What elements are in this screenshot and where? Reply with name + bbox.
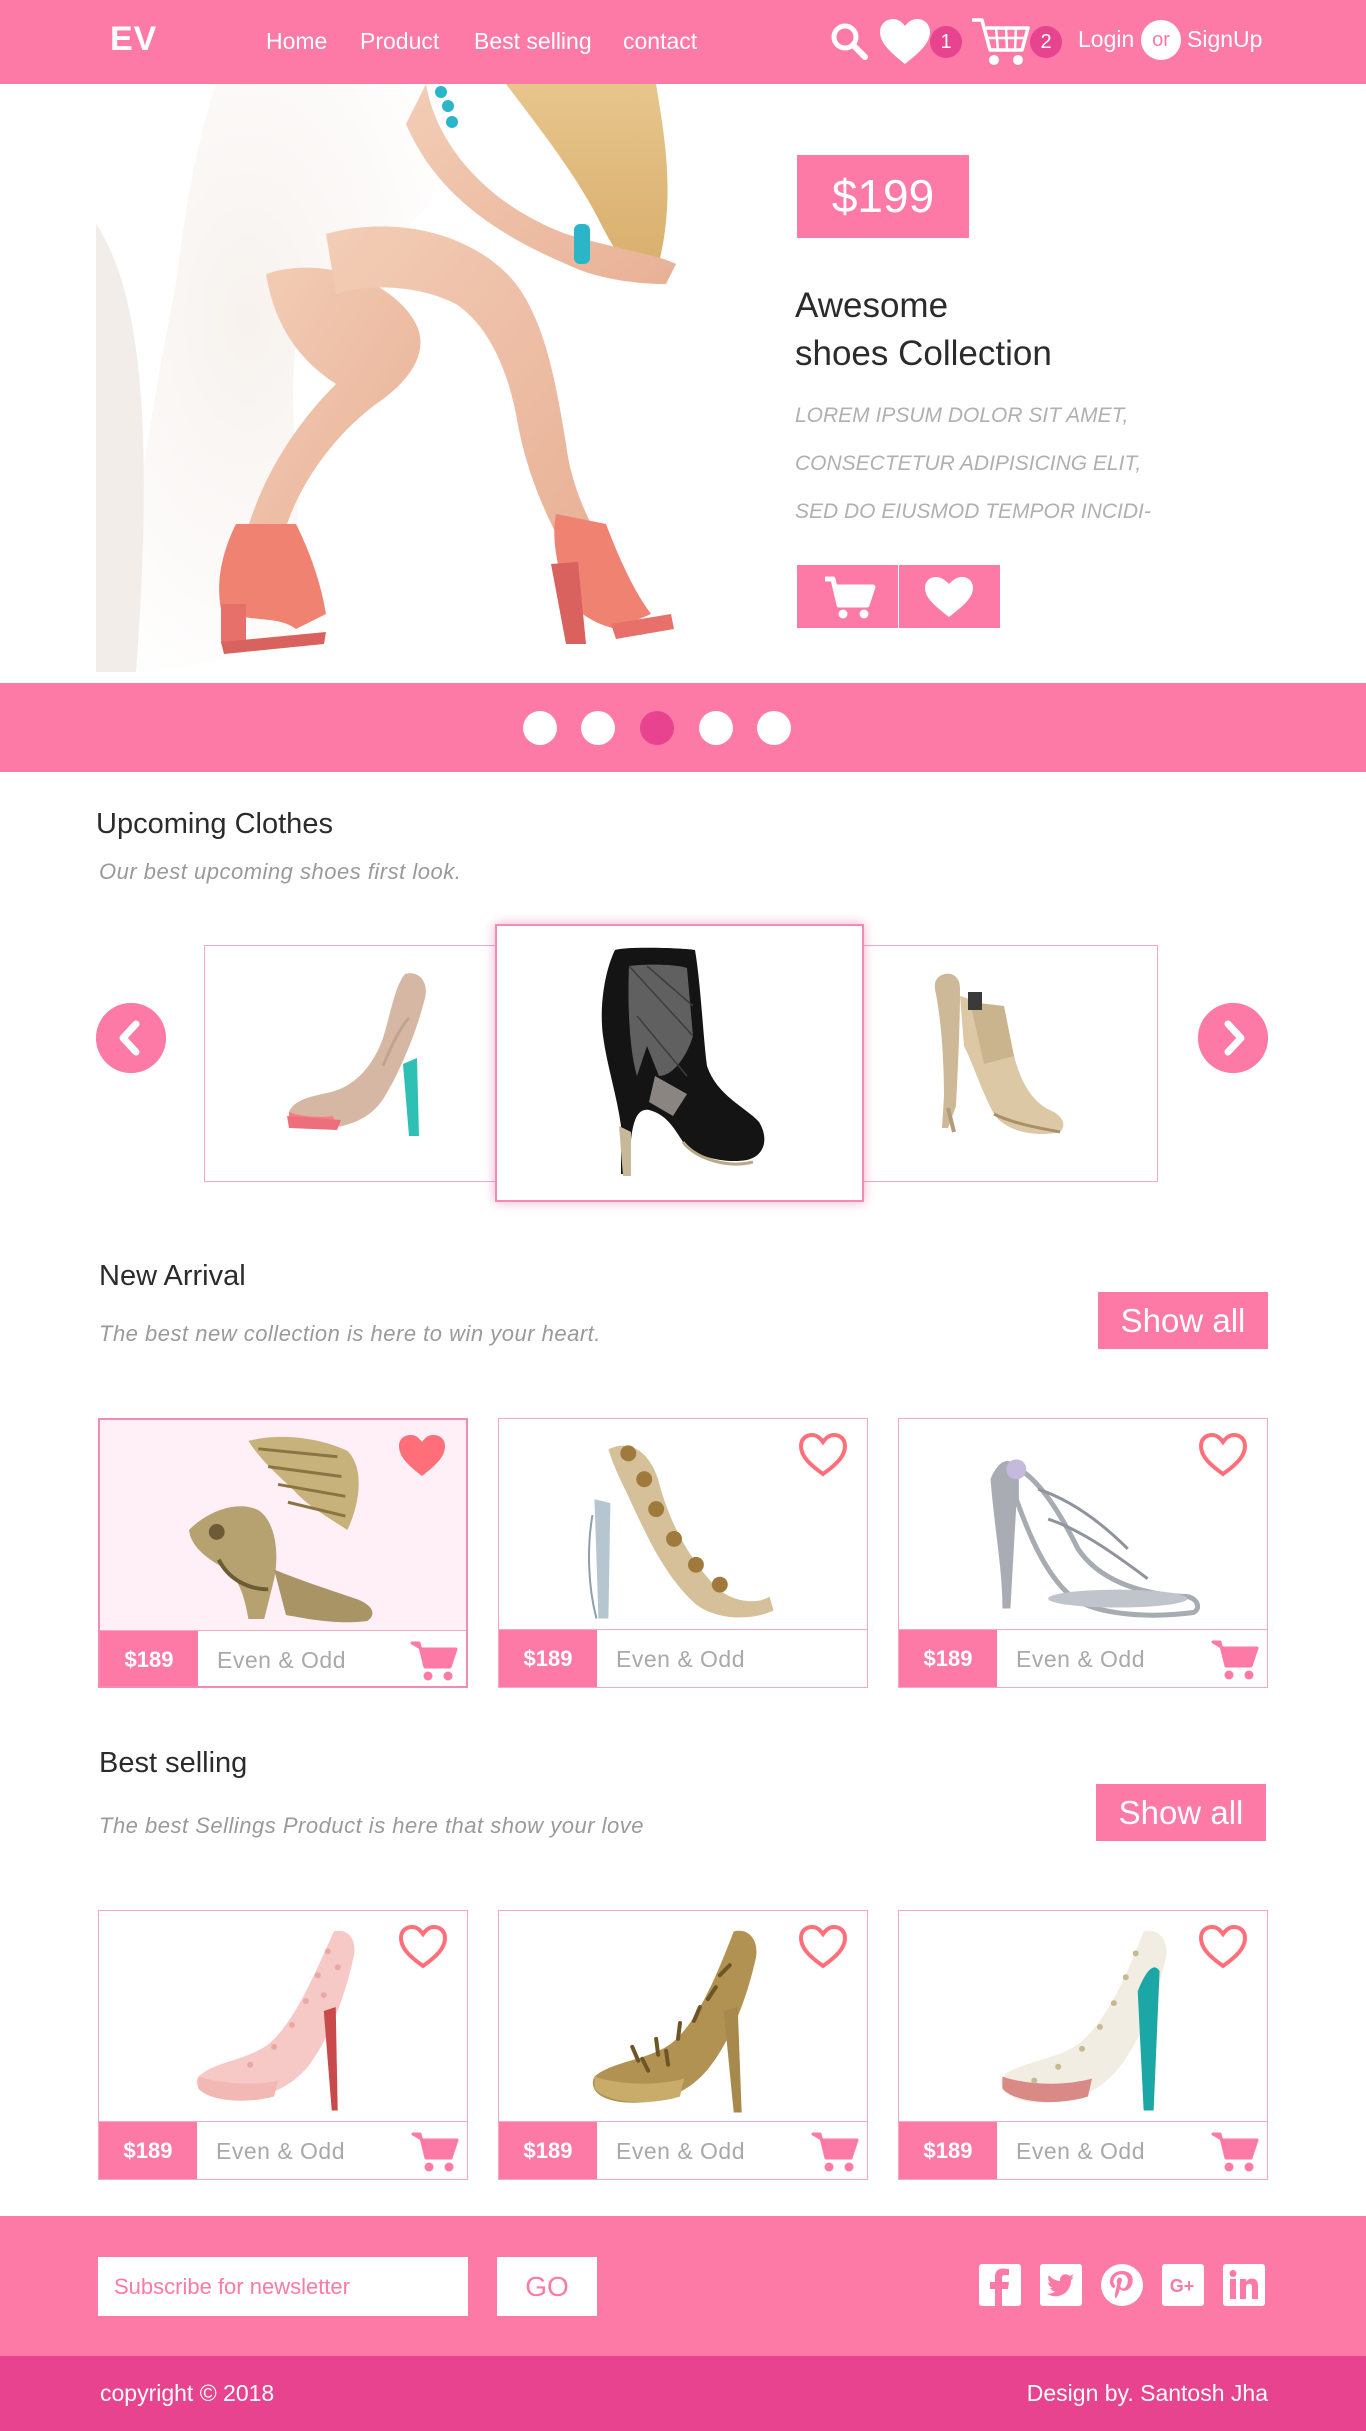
heart-filled-icon[interactable] [396, 1432, 448, 1480]
slider-dot-1[interactable] [523, 711, 557, 745]
best-selling-title: Best selling [99, 1747, 248, 1779]
upcoming-subtitle: Our best upcoming shoes first look. [99, 859, 462, 884]
wishlist-count-badge: 1 [930, 26, 962, 58]
slider-dot-5[interactable] [757, 711, 791, 745]
product-brand: Even & Odd [616, 2138, 746, 2164]
product-brand: Even & Odd [216, 2138, 346, 2164]
hero-title-line-1: Awesome [795, 286, 949, 325]
new-arrival-show-all-button[interactable]: Show all [1098, 1292, 1268, 1349]
newsletter-email-input[interactable] [98, 2257, 468, 2316]
pinterest-icon[interactable] [1100, 2263, 1144, 2307]
hero-desc-line-2: CONSECTETUR ADIPISICING ELIT, [795, 452, 1142, 475]
copyright-text: copyright © 2018 [100, 2380, 275, 2406]
hero-title-line-2: shoes Collection [795, 334, 1052, 373]
carousel-card-right[interactable] [863, 945, 1158, 1182]
hero-add-to-cart-button[interactable] [797, 565, 898, 628]
product-info-bar: $189 Even & Odd [499, 1629, 867, 1687]
product-price: $189 [499, 2122, 597, 2179]
heart-outline-icon[interactable] [797, 1431, 849, 1479]
nav-link-contact[interactable]: contact [623, 28, 697, 55]
black-ankle-boot-image [601, 947, 765, 1176]
product-info-bar: $189 Even & Odd [899, 2121, 1267, 2179]
peep-toe-pump-image [287, 973, 426, 1136]
product-info-bar: $189 Even & Odd [899, 1629, 1267, 1687]
new-arrival-subtitle: The best new collection is here to win y… [99, 1321, 601, 1346]
add-to-cart-icon[interactable] [1211, 1638, 1259, 1682]
nav-link-home[interactable]: Home [266, 28, 327, 55]
slider-pagination-bar [0, 683, 1366, 772]
cart-count-badge: 2 [1030, 26, 1062, 58]
twitter-icon[interactable] [1039, 2263, 1083, 2307]
login-link[interactable]: Login [1078, 26, 1134, 53]
product-card-new-3[interactable]: $189 Even & Odd [898, 1418, 1268, 1688]
hero-model-image [96, 84, 766, 672]
best-selling-show-all-button[interactable]: Show all [1096, 1784, 1266, 1841]
product-card-best-2[interactable]: $189 Even & Odd [498, 1910, 868, 2180]
hero-desc-line-3: SED DO EIUSMOD TEMPOR INCIDI- [795, 500, 1151, 523]
carousel-prev-arrow-icon[interactable] [96, 1003, 166, 1073]
product-info-bar: $189 Even & Odd [499, 2121, 867, 2179]
heart-icon [925, 577, 973, 617]
product-card-best-1[interactable]: $189 Even & Odd [98, 1910, 468, 2180]
product-price: $189 [100, 1631, 198, 1686]
slider-dot-4[interactable] [699, 711, 733, 745]
heart-outline-icon[interactable] [797, 1923, 849, 1971]
search-icon[interactable] [828, 20, 870, 62]
add-to-cart-icon[interactable] [410, 1639, 458, 1683]
hero-title: Awesome shoes Collection [795, 282, 1215, 378]
product-card-new-2[interactable]: $189 Even & Odd [498, 1418, 868, 1688]
add-to-cart-icon[interactable] [411, 2130, 459, 2174]
carousel-card-center[interactable] [495, 924, 864, 1202]
hero-desc-line-1: LOREM IPSUM DOLOR SIT AMET, [795, 404, 1129, 427]
signup-link[interactable]: SignUp [1187, 26, 1262, 53]
nav-link-best-selling[interactable]: Best selling [474, 28, 592, 55]
heart-outline-icon[interactable] [1197, 1431, 1249, 1479]
product-price: $189 [899, 1630, 997, 1687]
carousel-next-arrow-icon[interactable] [1198, 1003, 1268, 1073]
product-brand: Even & Odd [1016, 1646, 1146, 1672]
carousel-card-left[interactable] [204, 945, 499, 1182]
slider-dot-3-active[interactable] [640, 711, 674, 745]
svg-text:G+: G+ [1170, 2276, 1195, 2296]
product-info-bar: $189 Even & Odd [99, 2121, 467, 2179]
heart-outline-icon[interactable] [397, 1923, 449, 1971]
product-price: $189 [499, 1630, 597, 1687]
google-plus-icon[interactable]: G+ [1161, 2263, 1205, 2307]
newsletter-go-button[interactable]: GO [497, 2257, 597, 2316]
product-card-new-1[interactable]: $189 Even & Odd [98, 1418, 468, 1688]
product-brand: Even & Odd [1016, 2138, 1146, 2164]
cart-icon[interactable] [970, 16, 1032, 68]
new-arrival-title: New Arrival [99, 1260, 246, 1292]
hero-description: LOREM IPSUM DOLOR SIT AMET, CONSECTETUR … [795, 392, 1215, 536]
product-price: $189 [899, 2122, 997, 2179]
add-to-cart-icon[interactable] [811, 2130, 859, 2174]
product-price: $189 [99, 2122, 197, 2179]
add-to-cart-icon[interactable] [1211, 2130, 1259, 2174]
cart-icon [825, 576, 876, 619]
wishlist-heart-icon[interactable] [878, 18, 932, 66]
designer-credit: Design by. Santosh Jha [1026, 2380, 1268, 2406]
heart-outline-icon[interactable] [1197, 1923, 1249, 1971]
hero-wishlist-button[interactable] [899, 565, 1000, 628]
hero-price-tag: $199 [797, 155, 969, 238]
upcoming-title: Upcoming Clothes [96, 808, 333, 840]
product-card-best-3[interactable]: $189 Even & Odd [898, 1910, 1268, 2180]
logo[interactable]: EV [110, 20, 157, 59]
or-badge: or [1141, 20, 1181, 60]
linkedin-icon[interactable] [1222, 2263, 1266, 2307]
gold-strappy-sandal-image [934, 973, 1064, 1134]
nav-link-product[interactable]: Product [360, 28, 439, 55]
product-brand: Even & Odd [616, 1646, 746, 1672]
product-brand: Even & Odd [217, 1647, 347, 1673]
best-selling-subtitle: The best Sellings Product is here that s… [99, 1813, 644, 1838]
product-info-bar: $189 Even & Odd [100, 1630, 466, 1686]
slider-dot-2[interactable] [581, 711, 615, 745]
facebook-icon[interactable] [978, 2263, 1022, 2307]
